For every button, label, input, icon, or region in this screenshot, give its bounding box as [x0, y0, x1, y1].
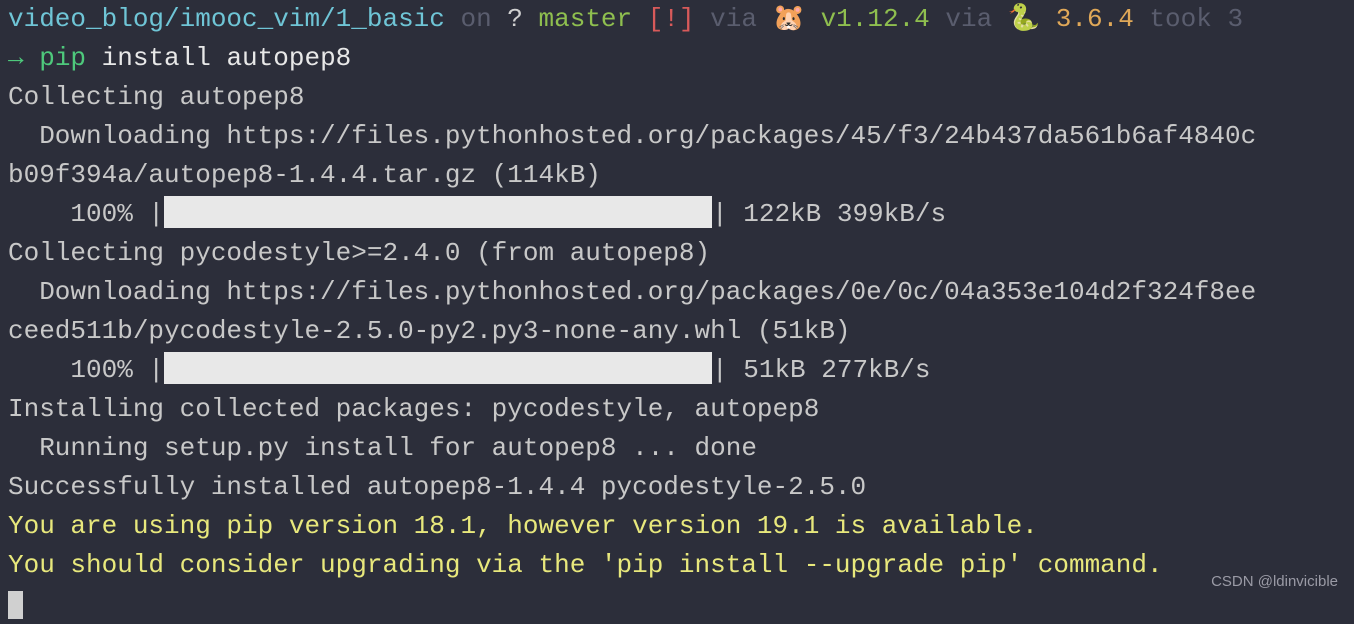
output-line: b09f394a/autopep8-1.4.4.tar.gz (114kB)	[8, 156, 1346, 195]
progress-bar-fill	[164, 352, 712, 384]
progress-line-1: 100% | | 122kB 399kB/s	[8, 195, 1346, 234]
output-line: Downloading https://files.pythonhosted.o…	[8, 273, 1346, 312]
prompt-line[interactable]: → pip install autopep8	[8, 39, 1346, 78]
progress-bar-fill	[164, 196, 712, 228]
output-line: Collecting autopep8	[8, 78, 1346, 117]
on-text: on	[460, 4, 491, 34]
via2-text: via	[945, 4, 992, 34]
output-line: Running setup.py install for autopep8 ..…	[8, 429, 1346, 468]
path-text: video_blog/imooc_vim/1_basic	[8, 4, 445, 34]
ver2-text: 3.6.4	[1056, 4, 1134, 34]
warning-line: You should consider upgrading via the 'p…	[8, 546, 1346, 585]
warn-marker: [!]	[648, 4, 695, 34]
cursor-line[interactable]	[8, 585, 1346, 624]
output-line: Collecting pycodestyle>=2.4.0 (from auto…	[8, 234, 1346, 273]
watermark-text: CSDN @ldinvicible	[1211, 571, 1338, 594]
progress2-post: | 51kB 277kB/s	[712, 355, 930, 385]
output-line: Downloading https://files.pythonhosted.o…	[8, 117, 1346, 156]
prompt-arrow: →	[8, 43, 39, 73]
cursor-icon	[8, 591, 23, 619]
output-line: ceed511b/pycodestyle-2.5.0-py2.py3-none-…	[8, 312, 1346, 351]
progress1-pre: 100% |	[8, 199, 164, 229]
warning-line: You are using pip version 18.1, however …	[8, 507, 1346, 546]
via1-text: via	[710, 4, 757, 34]
prompt-args: install autopep8	[86, 43, 351, 73]
progress2-pre: 100% |	[8, 355, 164, 385]
ver1-text: v1.12.4	[821, 4, 930, 34]
tail-text: 3	[1227, 4, 1243, 34]
prompt-cmd: pip	[39, 43, 86, 73]
progress1-post: | 122kB 399kB/s	[712, 199, 946, 229]
took-text: took	[1149, 4, 1211, 34]
progress-line-2: 100% | | 51kB 277kB/s	[8, 351, 1346, 390]
header-line: video_blog/imooc_vim/1_basic on ? master…	[8, 0, 1346, 39]
branch-text: master	[539, 4, 633, 34]
output-line: Successfully installed autopep8-1.4.4 py…	[8, 468, 1346, 507]
output-line: Installing collected packages: pycodesty…	[8, 390, 1346, 429]
